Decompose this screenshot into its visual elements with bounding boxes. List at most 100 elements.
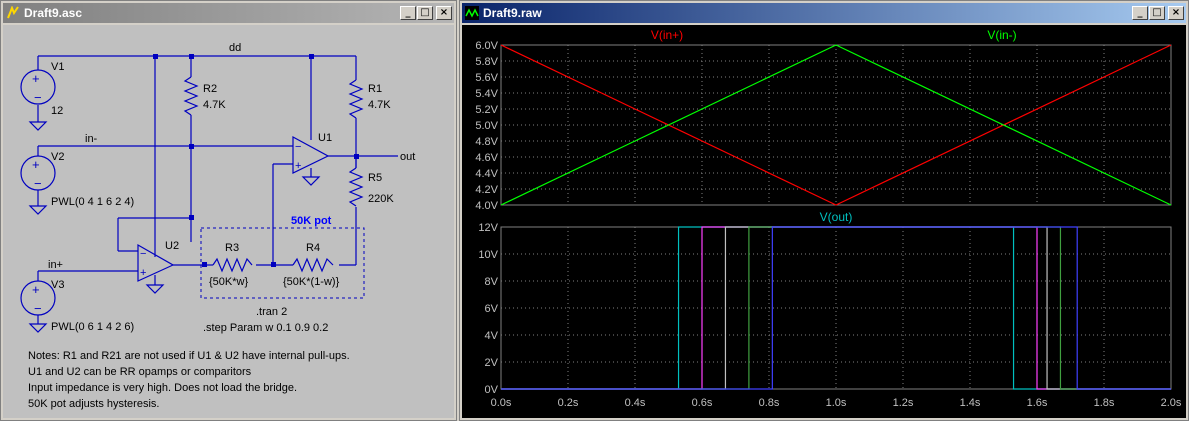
y-tick-label: 4.4V	[475, 168, 498, 180]
maximize-button[interactable]: □	[417, 6, 433, 20]
x-tick-label: 0.2s	[558, 397, 579, 409]
r3-value: {50K*w}	[209, 276, 248, 288]
note-line: Notes: R1 and R21 are not used if U1 & U…	[28, 350, 350, 362]
schematic-window-title: Draft9.asc	[24, 6, 83, 20]
waveform-window[interactable]: Draft9.raw _ □ × 6.0V 5.8V 5.6V 5.4V 5.2V 5.0…	[459, 0, 1189, 421]
x-tick-label: 1.8s	[1094, 397, 1115, 409]
v2-name: V2	[51, 151, 64, 163]
r1-name: R1	[368, 83, 382, 95]
schematic-canvas[interactable]: + − + − + − − + − + dd in- in+ out V1 12…	[3, 25, 454, 418]
v3-name: V3	[51, 279, 64, 291]
r2-value: 4.7K	[203, 99, 226, 111]
minimize-button[interactable]: _	[1132, 6, 1148, 20]
y-tick-label: 4.0V	[475, 200, 498, 212]
schematic-titlebar[interactable]: Draft9.asc _ □ ×	[3, 3, 454, 23]
note-line: 50K pot adjusts hysteresis.	[28, 398, 159, 410]
svg-text:−: −	[34, 90, 42, 105]
waveform-plot[interactable]: 6.0V 5.8V 5.6V 5.4V 5.2V 5.0V 4.8V 4.6V 4.4V 4.2V…	[462, 25, 1186, 418]
r2-name: R2	[203, 83, 217, 95]
x-tick-label: 0.8s	[759, 397, 780, 409]
r1-value: 4.7K	[368, 99, 391, 111]
y-tick-label: 4.2V	[475, 184, 498, 196]
u2-name: U2	[165, 240, 179, 252]
net-label-dd: dd	[229, 42, 241, 54]
resistor-r3-icon	[212, 257, 253, 273]
y-tick-label: 4.6V	[475, 152, 498, 164]
y-tick-label: 4.8V	[475, 136, 498, 148]
x-tick-label: 0.4s	[625, 397, 646, 409]
note-line: U1 and U2 can be RR opamps or comparitor…	[28, 366, 252, 378]
pot-label: 50K pot	[291, 215, 332, 227]
voltage-source-v3-icon: + −	[20, 280, 56, 316]
svg-text:−: −	[34, 176, 42, 191]
y-tick-label: 5.0V	[475, 120, 498, 132]
resistor-r4-icon	[292, 257, 334, 273]
ground-icon	[145, 284, 165, 294]
ground-icon	[28, 121, 48, 131]
y-tick-label: 6V	[485, 303, 499, 315]
trace-label-vout: V(out)	[820, 210, 853, 224]
voltage-source-v1-icon: + −	[20, 69, 56, 105]
voltage-source-v2-icon: + −	[20, 155, 56, 191]
schematic-window[interactable]: Draft9.asc _ □ × + − + − + − − + − + dd …	[0, 0, 457, 421]
svg-text:+: +	[32, 282, 40, 297]
note-line: Input impedance is very high. Does not l…	[28, 382, 297, 394]
v3-value: PWL(0 6 1 4 2 6)	[51, 321, 134, 333]
x-tick-label: 0.0s	[491, 397, 512, 409]
x-tick-label: 0.6s	[692, 397, 713, 409]
x-tick-label: 1.0s	[826, 397, 847, 409]
y-tick-label: 10V	[478, 249, 498, 261]
close-button[interactable]: ×	[436, 6, 452, 20]
ground-icon	[301, 176, 321, 186]
ground-icon	[28, 205, 48, 215]
net-label-in-plus: in+	[48, 259, 63, 271]
waveform-plot-area[interactable]: 6.0V 5.8V 5.6V 5.4V 5.2V 5.0V 4.8V 4.6V 4.4V 4.2V…	[462, 25, 1186, 418]
y-tick-label: 4V	[485, 330, 499, 342]
r3-name: R3	[225, 242, 239, 254]
svg-text:−: −	[34, 301, 42, 316]
maximize-button[interactable]: □	[1149, 6, 1165, 20]
waveform-window-title: Draft9.raw	[483, 6, 542, 20]
resistor-r2-icon	[183, 76, 199, 116]
net-label-out: out	[400, 151, 415, 163]
v1-value: 12	[51, 105, 63, 117]
y-tick-label: 12V	[478, 222, 498, 234]
y-tick-label: 5.2V	[475, 104, 498, 116]
resistor-r5-icon	[348, 167, 364, 207]
r4-value: {50K*(1-w)}	[283, 276, 340, 288]
trace-label-vin-minus: V(in-)	[987, 28, 1016, 42]
minimize-button[interactable]: _	[400, 6, 416, 20]
y-tick-label: 5.6V	[475, 72, 498, 84]
net-label-in-minus: in-	[85, 133, 98, 145]
u1-name: U1	[318, 132, 332, 144]
y-tick-label: 5.4V	[475, 88, 498, 100]
x-tick-label: 2.0s	[1161, 397, 1182, 409]
svg-text:+: +	[32, 71, 40, 86]
y-tick-label: 6.0V	[475, 40, 498, 52]
r5-value: 220K	[368, 193, 394, 205]
x-tick-label: 1.2s	[893, 397, 914, 409]
v1-name: V1	[51, 61, 64, 73]
waveform-titlebar[interactable]: Draft9.raw _ □ ×	[462, 3, 1186, 23]
svg-text:+: +	[140, 267, 146, 279]
trace-label-vin-plus: V(in+)	[651, 28, 683, 42]
y-tick-label: 5.8V	[475, 56, 498, 68]
tran-directive[interactable]: .tran 2	[256, 306, 287, 318]
step-directive[interactable]: .step Param w 0.1 0.9 0.2	[203, 322, 328, 334]
r4-name: R4	[306, 242, 320, 254]
pane-output-voltage: 12V 10V 8V 6V 4V 2V 0V0.0s 0.2s 0.4s 0.6s 0.8s 1.0s…	[478, 210, 1181, 409]
v2-value: PWL(0 4 1 6 2 4)	[51, 196, 134, 208]
y-tick-label: 0V	[485, 384, 499, 396]
x-tick-label: 1.6s	[1027, 397, 1048, 409]
y-tick-label: 2V	[485, 357, 499, 369]
svg-text:+: +	[32, 157, 40, 172]
svg-text:−: −	[295, 141, 301, 153]
x-tick-label: 1.4s	[960, 397, 981, 409]
y-tick-label: 8V	[485, 276, 499, 288]
svg-text:−: −	[140, 248, 146, 260]
svg-text:+: +	[295, 160, 301, 172]
schematic-app-icon	[7, 6, 19, 19]
close-button[interactable]: ×	[1168, 6, 1184, 20]
waveform-app-icon	[465, 6, 479, 20]
ground-icon	[28, 323, 48, 333]
